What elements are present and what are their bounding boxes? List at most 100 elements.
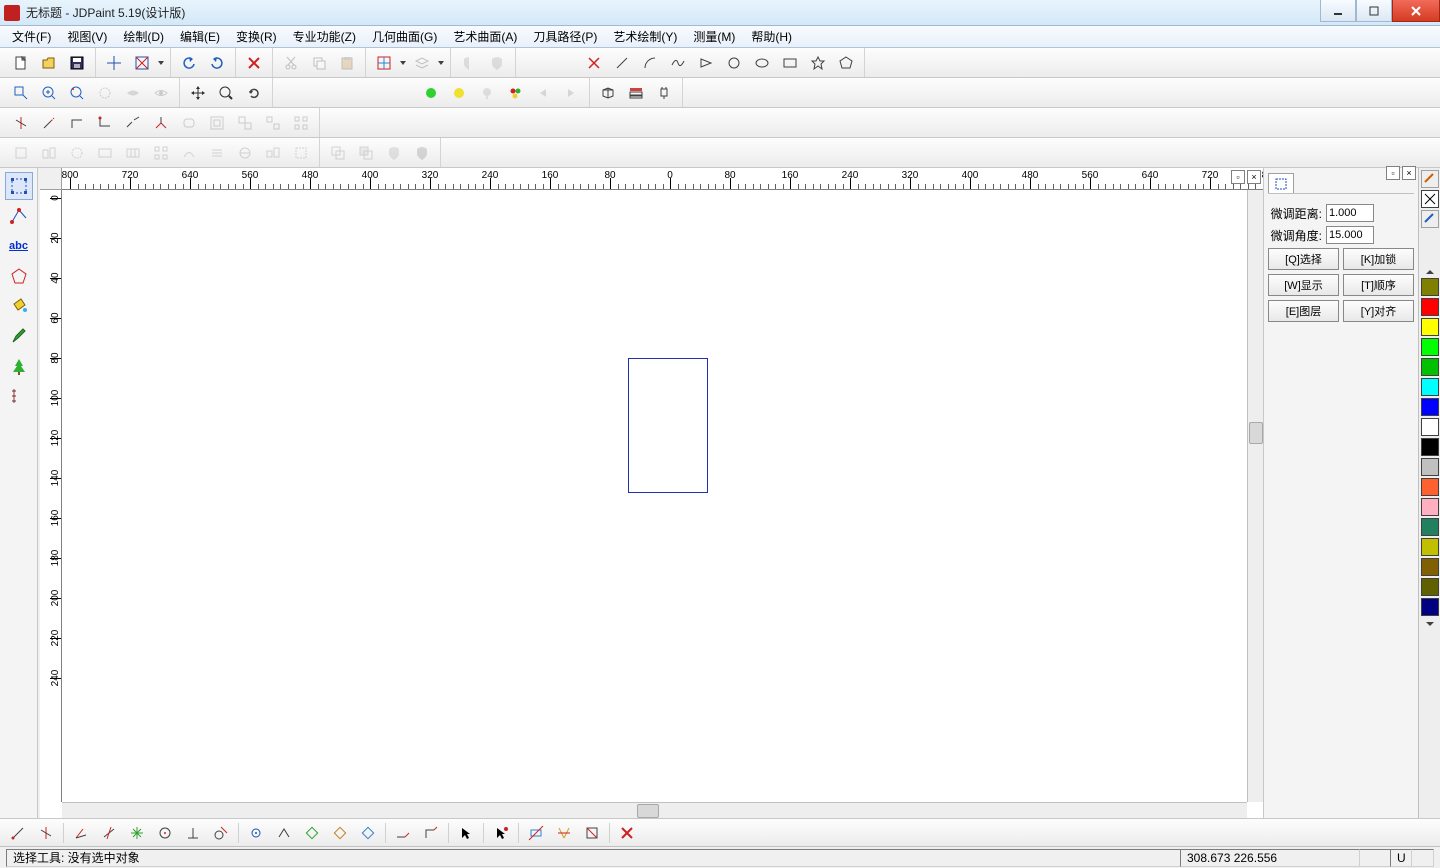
edit-color-icon[interactable] [1421, 170, 1439, 188]
color-swatch[interactable] [1421, 418, 1439, 436]
horizontal-scrollbar[interactable] [62, 802, 1247, 818]
menu-item[interactable]: 编辑(E) [172, 26, 228, 47]
bt-tang-icon[interactable] [208, 821, 234, 845]
pan-icon[interactable] [185, 81, 211, 105]
align-button[interactable]: [Y]对齐 [1343, 300, 1414, 322]
drawing-canvas[interactable] [62, 190, 1247, 802]
polygon-tool-icon[interactable] [833, 51, 859, 75]
vertical-scrollbar[interactable] [1247, 190, 1263, 802]
bt-ang2-icon[interactable] [96, 821, 122, 845]
bt-d5-icon[interactable] [355, 821, 381, 845]
menu-item[interactable]: 绘制(D) [115, 26, 172, 47]
line-tool-icon[interactable] [609, 51, 635, 75]
panel-close-icon[interactable]: × [1402, 166, 1416, 180]
plug-icon[interactable] [651, 81, 677, 105]
menu-item[interactable]: 帮助(H) [743, 26, 800, 47]
zoom-fit-icon[interactable] [92, 81, 118, 105]
zoom-window-icon[interactable] [8, 81, 34, 105]
shield2-icon[interactable] [381, 141, 407, 165]
color-swatch[interactable] [1421, 358, 1439, 376]
rounded-rect-icon[interactable] [176, 111, 202, 135]
measure-tool-icon[interactable] [5, 382, 33, 410]
ellipse-tool-icon[interactable] [749, 51, 775, 75]
misc-10-icon[interactable] [260, 141, 286, 165]
menu-item[interactable]: 变换(R) [228, 26, 285, 47]
misc-4-icon[interactable] [92, 141, 118, 165]
bt-close-icon[interactable] [614, 821, 640, 845]
bt-d4-icon[interactable] [327, 821, 353, 845]
ungroup-icon[interactable] [260, 111, 286, 135]
misc-9-icon[interactable] [232, 141, 258, 165]
extend-icon[interactable] [36, 111, 62, 135]
menu-item[interactable]: 视图(V) [59, 26, 115, 47]
bt-d1-icon[interactable] [243, 821, 269, 845]
refresh-icon[interactable] [241, 81, 267, 105]
drawn-rectangle[interactable] [628, 358, 708, 493]
redo-icon[interactable] [204, 51, 230, 75]
show-button[interactable]: [W]显示 [1268, 274, 1339, 296]
rectangle-tool-icon[interactable] [777, 51, 803, 75]
bt-d3-icon[interactable] [299, 821, 325, 845]
polyline-tool-icon[interactable] [693, 51, 719, 75]
current-fg-icon[interactable] [1421, 210, 1439, 228]
menu-item[interactable]: 几何曲面(G) [364, 26, 445, 47]
bt-perp-icon[interactable] [180, 821, 206, 845]
copy-icon[interactable] [306, 51, 332, 75]
lock-button[interactable]: [K]加锁 [1343, 248, 1414, 270]
close-button[interactable] [1392, 0, 1440, 22]
show-icon[interactable] [148, 81, 174, 105]
cancel-draw-icon[interactable] [581, 51, 607, 75]
angle-input[interactable] [1326, 226, 1374, 244]
open-file-icon[interactable] [36, 51, 62, 75]
fill-tool-icon[interactable] [5, 292, 33, 320]
balloon-icon[interactable] [474, 81, 500, 105]
misc-7-icon[interactable] [176, 141, 202, 165]
color-swatch[interactable] [1421, 338, 1439, 356]
circle-tool-icon[interactable] [721, 51, 747, 75]
zoom-out-icon[interactable] [64, 81, 90, 105]
delete-icon[interactable] [241, 51, 267, 75]
panel-pin-icon[interactable]: ▫ [1386, 166, 1400, 180]
dist-input[interactable] [1326, 204, 1374, 222]
dropdown-arrow-icon[interactable] [436, 51, 446, 75]
zoom-icon[interactable] [213, 81, 239, 105]
color-swatch[interactable] [1421, 438, 1439, 456]
bt-m1-icon[interactable] [523, 821, 549, 845]
no-color-swatch[interactable] [1421, 190, 1439, 208]
misc-3-icon[interactable] [64, 141, 90, 165]
ruler-vertical[interactable]: 020406080100120140160180200220240 [40, 190, 62, 802]
bt-cursor1-icon[interactable] [453, 821, 479, 845]
bt-ang1-icon[interactable] [68, 821, 94, 845]
dropdown-arrow-icon[interactable] [398, 51, 408, 75]
menu-item[interactable]: 刀具路径(P) [525, 26, 605, 47]
misc-11-icon[interactable] [288, 141, 314, 165]
menu-item[interactable]: 艺术绘制(Y) [605, 26, 685, 47]
combine-icon[interactable] [325, 141, 351, 165]
minimize-button[interactable] [1320, 0, 1356, 22]
order-button[interactable]: [T]顺序 [1343, 274, 1414, 296]
hide-icon[interactable] [120, 81, 146, 105]
color-swatch[interactable] [1421, 578, 1439, 596]
panel-tab-icon[interactable] [1268, 173, 1294, 193]
shield3-icon[interactable] [409, 141, 435, 165]
bt-circle-icon[interactable] [152, 821, 178, 845]
arc-tool-icon[interactable] [637, 51, 663, 75]
spline-tool-icon[interactable] [665, 51, 691, 75]
color-swatch[interactable] [1421, 498, 1439, 516]
bt-m3-icon[interactable] [579, 821, 605, 845]
color-swatch[interactable] [1421, 598, 1439, 616]
view3d-icon[interactable] [595, 81, 621, 105]
cluster-icon[interactable] [502, 81, 528, 105]
zoom-in-icon[interactable] [36, 81, 62, 105]
crosshair-icon[interactable] [101, 51, 127, 75]
bt-star-icon[interactable] [124, 821, 150, 845]
light-green-icon[interactable] [418, 81, 444, 105]
misc-5-icon[interactable] [120, 141, 146, 165]
prev-step-icon[interactable] [530, 81, 556, 105]
new-file-icon[interactable] [8, 51, 34, 75]
text-tool-icon[interactable]: abc [5, 232, 33, 260]
color-swatch[interactable] [1421, 378, 1439, 396]
shield-right-icon[interactable] [484, 51, 510, 75]
star-tool-icon[interactable] [805, 51, 831, 75]
misc-8-icon[interactable] [204, 141, 230, 165]
